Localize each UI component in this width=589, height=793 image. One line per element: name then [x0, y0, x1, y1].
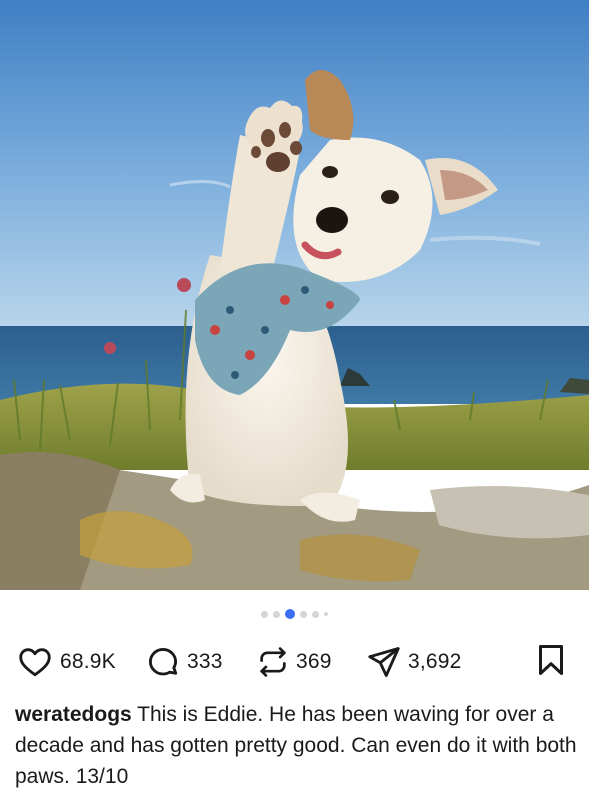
like-count: 68.9K [60, 650, 116, 673]
save-button[interactable] [536, 640, 566, 684]
carousel-dot [300, 610, 307, 618]
caption-username[interactable]: weratedogs [15, 703, 132, 726]
repost-count: 369 [296, 650, 332, 673]
like-button[interactable]: 68.9K [16, 640, 116, 684]
carousel-dot-active [285, 609, 295, 619]
repost-button[interactable]: 369 [256, 640, 332, 684]
heart-icon [16, 644, 54, 680]
share-button[interactable]: 3,692 [366, 640, 462, 684]
share-count: 3,692 [408, 650, 462, 673]
carousel-dot [261, 610, 268, 618]
comment-count: 333 [187, 650, 223, 673]
carousel-dot [312, 610, 319, 618]
carousel-indicator [0, 607, 589, 621]
repost-icon [256, 644, 290, 680]
comment-button[interactable]: 333 [145, 640, 223, 684]
post-image[interactable] [0, 0, 589, 590]
carousel-dot [273, 610, 280, 618]
carousel-dot [324, 612, 328, 616]
post-actions: 68.9K 333 369 3,692 [0, 640, 589, 684]
bookmark-icon [536, 642, 566, 683]
send-icon [366, 644, 402, 680]
post-caption: weratedogs This is Eddie. He has been wa… [15, 699, 580, 792]
comment-bubble-icon [145, 644, 181, 680]
